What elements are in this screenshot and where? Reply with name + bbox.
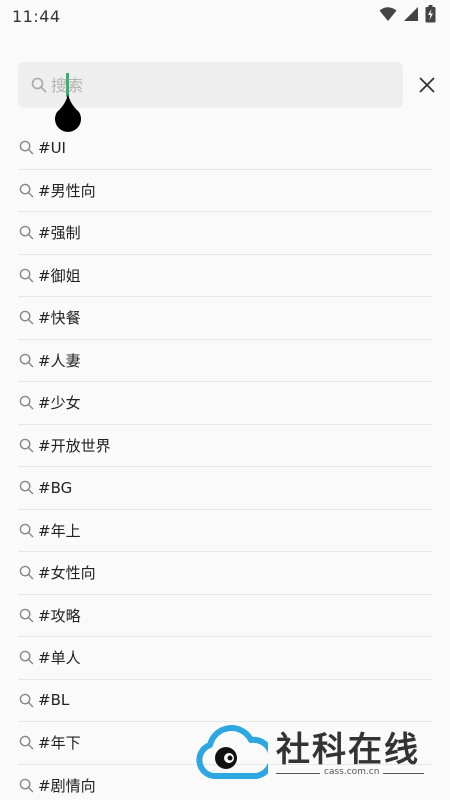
watermark-logo: 社科在线 cass.com.cn <box>196 720 436 784</box>
suggestion-label: #年下 <box>38 734 81 753</box>
suggestion-label: #攻略 <box>38 606 81 625</box>
search-icon <box>18 692 34 708</box>
search-icon <box>18 522 34 538</box>
search-icon <box>30 76 48 94</box>
list-item[interactable]: #BL <box>18 680 432 722</box>
list-item[interactable]: #攻略 <box>18 595 432 637</box>
search-icon <box>18 735 34 751</box>
search-icon <box>18 225 34 241</box>
suggestion-list: #UI #男性向 #强制 #御姐 #快餐 #人妻 #少女 #开放世界 #BG #年上 #女性向 #攻略… <box>18 127 432 800</box>
list-item[interactable]: #女性向 <box>18 552 432 595</box>
watermark-title: 社科在线 <box>276 730 420 770</box>
wifi-icon <box>379 6 397 26</box>
search-icon <box>18 650 34 666</box>
list-item[interactable]: #少女 <box>18 382 432 425</box>
list-item[interactable]: #单人 <box>18 637 432 680</box>
suggestion-label: #UI <box>38 138 66 157</box>
status-bar: 11:44 <box>0 0 450 32</box>
search-icon <box>18 480 34 496</box>
suggestion-label: #少女 <box>38 394 81 413</box>
list-item[interactable]: #年上 <box>18 510 432 552</box>
suggestion-label: #开放世界 <box>38 436 111 455</box>
search-icon <box>18 352 34 368</box>
suggestion-label: #快餐 <box>38 309 81 328</box>
close-icon <box>419 77 435 93</box>
watermark-subtitle: cass.com.cn <box>320 767 384 777</box>
list-item[interactable]: #开放世界 <box>18 425 432 467</box>
status-icons <box>379 5 436 27</box>
search-icon <box>18 267 34 283</box>
search-icon <box>18 182 34 198</box>
list-item[interactable]: #人妻 <box>18 340 432 382</box>
search-icon <box>18 777 34 793</box>
suggestion-label: #剧情向 <box>38 776 96 795</box>
list-item[interactable]: #御姐 <box>18 255 432 297</box>
suggestion-label: #年上 <box>38 521 81 540</box>
suggestion-label: #男性向 <box>38 181 96 200</box>
list-item[interactable]: #BG <box>18 467 432 510</box>
search-icon <box>18 310 34 326</box>
suggestion-label: #女性向 <box>38 564 96 583</box>
suggestion-label: #御姐 <box>38 266 81 285</box>
search-icon <box>18 607 34 623</box>
search-icon <box>18 395 34 411</box>
list-item[interactable]: #UI <box>18 127 432 170</box>
suggestion-label: #BL <box>38 691 70 710</box>
search-icon <box>18 140 34 156</box>
suggestion-label: #BG <box>38 478 73 497</box>
suggestion-label: #人妻 <box>38 351 81 370</box>
search-icon <box>18 437 34 453</box>
close-button[interactable] <box>414 72 440 98</box>
search-input[interactable] <box>51 70 371 100</box>
search-icon <box>18 565 34 581</box>
suggestion-label: #强制 <box>38 224 81 243</box>
suggestion-label: #单人 <box>38 649 81 668</box>
battery-charging-icon <box>425 5 436 27</box>
list-item[interactable]: #强制 <box>18 212 432 255</box>
cloud-logo-icon <box>196 725 268 779</box>
list-item[interactable]: #男性向 <box>18 170 432 212</box>
search-row <box>18 62 440 132</box>
signal-icon <box>403 6 419 26</box>
status-time: 11:44 <box>12 6 61 26</box>
list-item[interactable]: #快餐 <box>18 297 432 340</box>
search-box[interactable] <box>18 62 403 132</box>
